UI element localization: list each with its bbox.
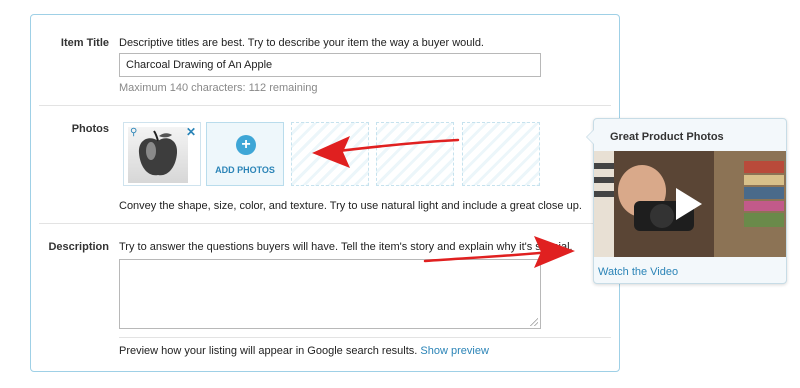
divider — [119, 337, 611, 338]
play-icon[interactable] — [676, 188, 702, 220]
photo-slot-5[interactable] — [462, 122, 540, 186]
close-icon[interactable]: ✕ — [186, 125, 196, 139]
add-photos-button[interactable]: + ADD PHOTOS — [206, 122, 284, 186]
add-photos-label: ADD PHOTOS — [215, 165, 275, 175]
description-textarea[interactable] — [119, 259, 541, 329]
preview-line: Preview how your listing will appear in … — [119, 345, 489, 357]
popover-title: Great Product Photos — [610, 131, 724, 143]
divider — [39, 223, 611, 224]
video-thumbnail[interactable] — [594, 151, 786, 257]
photo-tips-popover: Great Product Photos Watch the Video — [586, 118, 787, 284]
preview-text: Preview how your listing will appear in … — [119, 345, 418, 357]
photo-slot-4[interactable] — [376, 122, 454, 186]
photos-label: Photos — [71, 123, 109, 135]
description-hint: Try to answer the questions buyers will … — [119, 241, 573, 253]
item-title-counter: Maximum 140 characters: 112 remaining — [119, 82, 318, 94]
item-title-input[interactable] — [119, 53, 541, 77]
item-title-label: Item Title — [60, 37, 109, 49]
magnifier-icon[interactable]: ⚲ — [130, 127, 137, 138]
watch-video-link[interactable]: Watch the Video — [598, 266, 678, 278]
resize-handle-icon[interactable] — [530, 318, 538, 326]
photo-slot-1[interactable]: ⚲ ✕ — [123, 122, 201, 186]
photos-hint: Convey the shape, size, color, and textu… — [119, 200, 582, 212]
popover-arrow — [586, 129, 594, 145]
description-label: Description — [48, 241, 109, 253]
divider — [39, 105, 611, 106]
show-preview-link[interactable]: Show preview — [420, 345, 488, 357]
photo-slot-3[interactable] — [291, 122, 369, 186]
plus-icon: + — [236, 135, 256, 155]
listing-form-panel: Item Title Descriptive titles are best. … — [30, 14, 620, 372]
item-title-hint: Descriptive titles are best. Try to desc… — [119, 37, 484, 49]
